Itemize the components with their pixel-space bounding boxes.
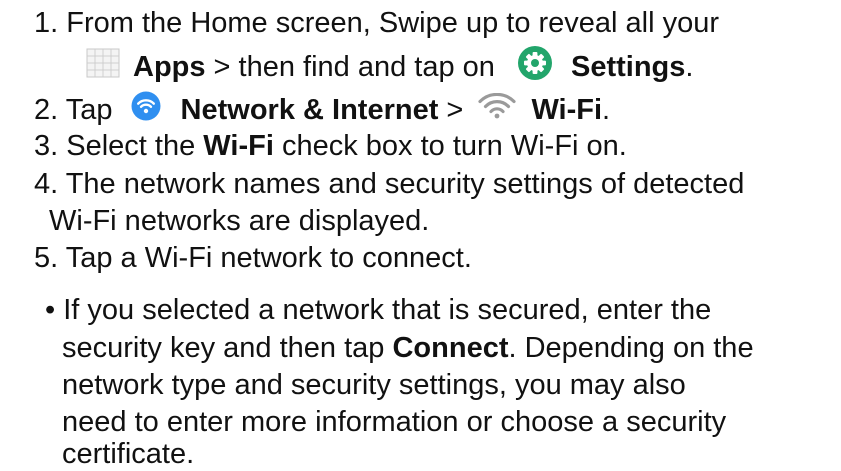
bullet-text-1: • If you selected a network that is secu… xyxy=(45,294,712,326)
step-2-prefix: 2. Tap xyxy=(34,94,121,126)
bullet-text-2-rest: . Depending on the xyxy=(508,332,754,364)
step-1-end: . xyxy=(685,51,694,83)
bullet-line-2: security key and then tap Connect . Depe… xyxy=(62,331,754,365)
bullet-text-4: need to enter more information or choose… xyxy=(62,406,727,438)
bullet-line-1: • If you selected a network that is secu… xyxy=(45,293,711,327)
step-4-line-1: 4. The network names and security settin… xyxy=(34,167,744,201)
settings-gear-icon xyxy=(517,45,553,89)
step-3-line: 3. Select the Wi-Fi check box to turn Wi… xyxy=(34,129,627,163)
settings-label: Settings xyxy=(571,51,686,83)
step-2-line: 2. Tap Network & Internet > Wi-Fi . xyxy=(34,91,611,129)
step-4-line-2: Wi-Fi networks are displayed. xyxy=(49,204,429,238)
wifi-icon xyxy=(477,92,517,127)
step-4-text-2: Wi-Fi networks are displayed. xyxy=(49,205,430,237)
step-2-separator: > xyxy=(438,94,472,126)
wifi-label: Wi-Fi xyxy=(531,94,603,126)
step-3-wifi-label: Wi-Fi xyxy=(203,130,274,162)
apps-grid-icon xyxy=(86,48,120,86)
step-5-text: 5. Tap a Wi-Fi network to connect. xyxy=(34,242,472,274)
step-3-rest: check box to turn Wi-Fi on. xyxy=(273,130,627,162)
bullet-line-5: certificate. xyxy=(62,437,194,471)
step-1-mid: > then find and tap on xyxy=(205,51,503,83)
bullet-line-4: need to enter more information or choose… xyxy=(62,405,726,439)
bullet-text-2-prefix: security key and then tap xyxy=(62,332,393,364)
wifi-circle-icon xyxy=(131,91,161,129)
step-5-line: 5. Tap a Wi-Fi network to connect. xyxy=(34,241,472,275)
bullet-text-5: certificate. xyxy=(62,438,195,470)
connect-label: Connect xyxy=(392,332,509,364)
step-1-line-1: 1. From the Home screen, Swipe up to rev… xyxy=(34,6,719,40)
step-3-prefix: 3. Select the xyxy=(34,130,204,162)
step-1-text: 1. From the Home screen, Swipe up to rev… xyxy=(34,7,720,39)
network-internet-label: Network & Internet xyxy=(180,94,439,126)
step-2-end: . xyxy=(602,94,611,126)
apps-label: Apps xyxy=(133,51,206,83)
bullet-line-3: network type and security settings, you … xyxy=(62,368,686,402)
step-1-line-2: Apps > then find and tap on Settings . xyxy=(86,46,694,86)
step-4-text-1: 4. The network names and security settin… xyxy=(34,168,745,200)
bullet-text-3: network type and security settings, you … xyxy=(62,369,686,401)
